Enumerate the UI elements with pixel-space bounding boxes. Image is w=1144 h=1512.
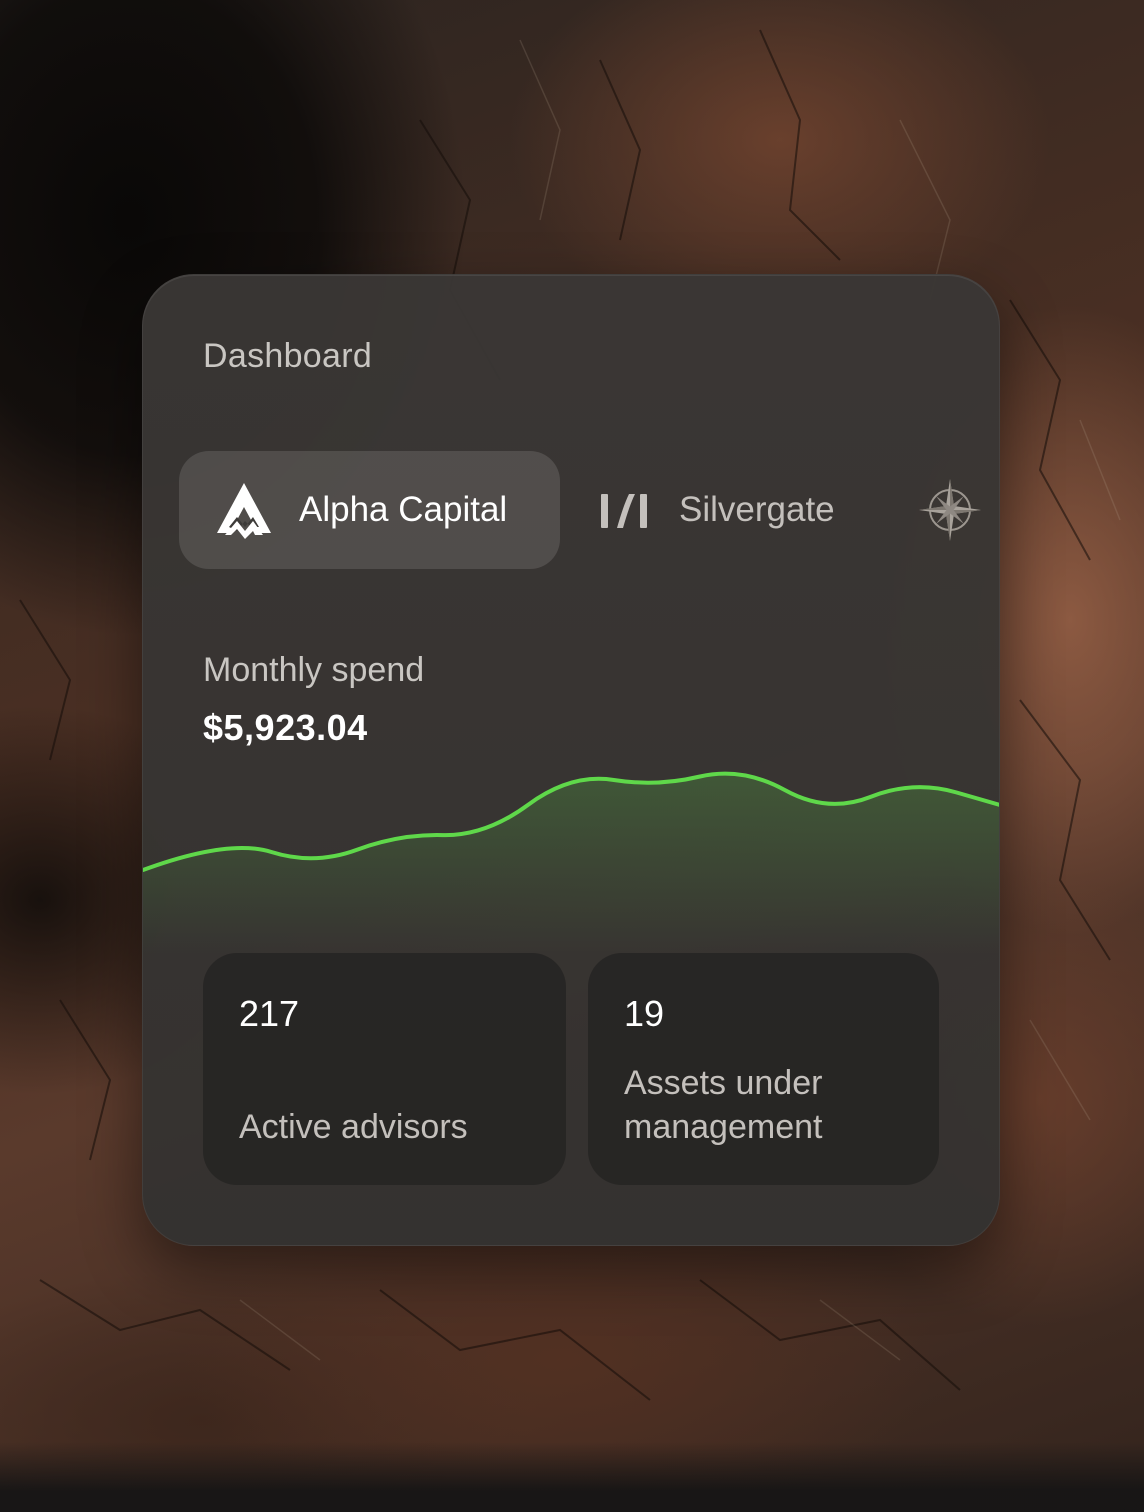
brand-label: Silvergate [679, 490, 835, 529]
brand-tab-compass[interactable] [911, 451, 989, 569]
brand-tab-silvergate[interactable]: Silvergate [599, 451, 835, 569]
stat-label: Assets under management [624, 1064, 823, 1146]
bottom-shade [0, 1442, 1144, 1512]
stat-card-assets-under-management[interactable]: 19 Assets under management [588, 953, 939, 1185]
stat-value: 217 [239, 993, 300, 1034]
stat-value: 19 [624, 993, 665, 1034]
brand-tab-alpha-capital[interactable]: Alpha Capital [179, 451, 560, 569]
brand-label: Alpha Capital [299, 490, 508, 529]
page-title: Dashboard [203, 337, 373, 375]
compass-rose-logo-icon [911, 471, 989, 549]
stat-card-active-advisors[interactable]: 217 Active advisors [203, 953, 566, 1185]
spend-chart [143, 771, 999, 955]
spend-area [143, 773, 999, 955]
silvergate-logo-icon [599, 488, 649, 532]
dashboard-card: Dashboard Alpha Capital Silvergate Month… [142, 274, 1000, 1246]
monthly-spend-label: Monthly spend [203, 651, 425, 689]
alpha-capital-logo-icon [215, 481, 273, 539]
app-background: Dashboard Alpha Capital Silvergate Month… [0, 0, 1144, 1512]
stat-label: Active advisors [239, 1108, 468, 1146]
brand-switcher: Alpha Capital Silvergate [179, 451, 999, 569]
